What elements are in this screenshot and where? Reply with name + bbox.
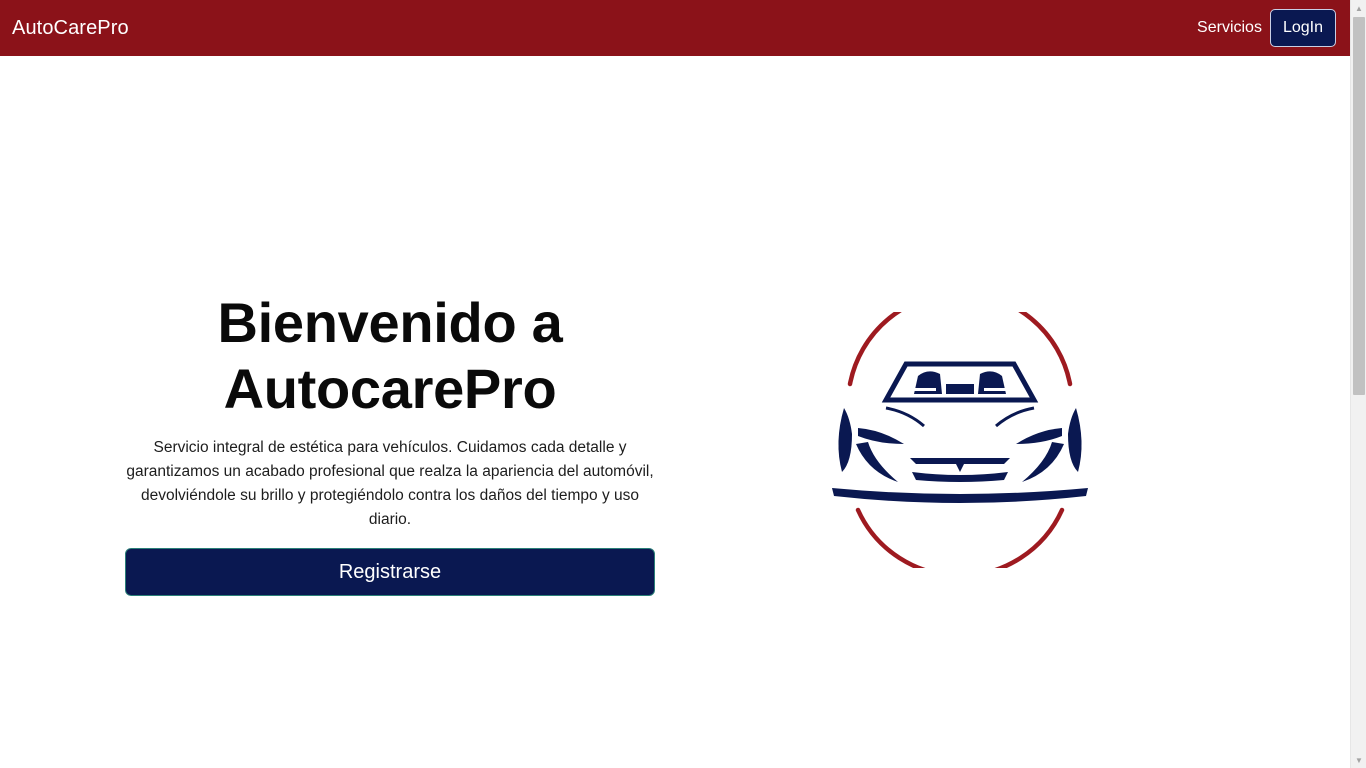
navbar: AutoCarePro Servicios LogIn: [0, 0, 1350, 56]
page: AutoCarePro Servicios LogIn Bienvenido a…: [0, 0, 1350, 768]
scroll-up-arrow-icon[interactable]: ▲: [1351, 0, 1366, 16]
login-button[interactable]: LogIn: [1269, 9, 1336, 47]
car-front-logo-icon: [828, 290, 1092, 578]
nav-link-servicios[interactable]: Servicios: [1197, 19, 1262, 37]
hero-title-line-1: Bienvenido a: [217, 291, 563, 354]
nav-right: Servicios LogIn: [1197, 9, 1336, 47]
hero-description: Servicio integral de estética para vehíc…: [126, 439, 654, 528]
scroll-down-arrow-icon[interactable]: ▼: [1351, 752, 1366, 768]
vertical-scrollbar[interactable]: ▲ ▼: [1350, 0, 1366, 768]
brand-link[interactable]: AutoCarePro: [12, 17, 129, 40]
hero-title-line-2: AutocarePro: [223, 357, 557, 420]
scroll-thumb[interactable]: [1353, 17, 1365, 395]
hero-title: Bienvenido a AutocarePro: [124, 290, 656, 422]
hero-section: Bienvenido a AutocarePro Servicio integr…: [124, 290, 656, 596]
register-button[interactable]: Registrarse: [125, 548, 655, 596]
